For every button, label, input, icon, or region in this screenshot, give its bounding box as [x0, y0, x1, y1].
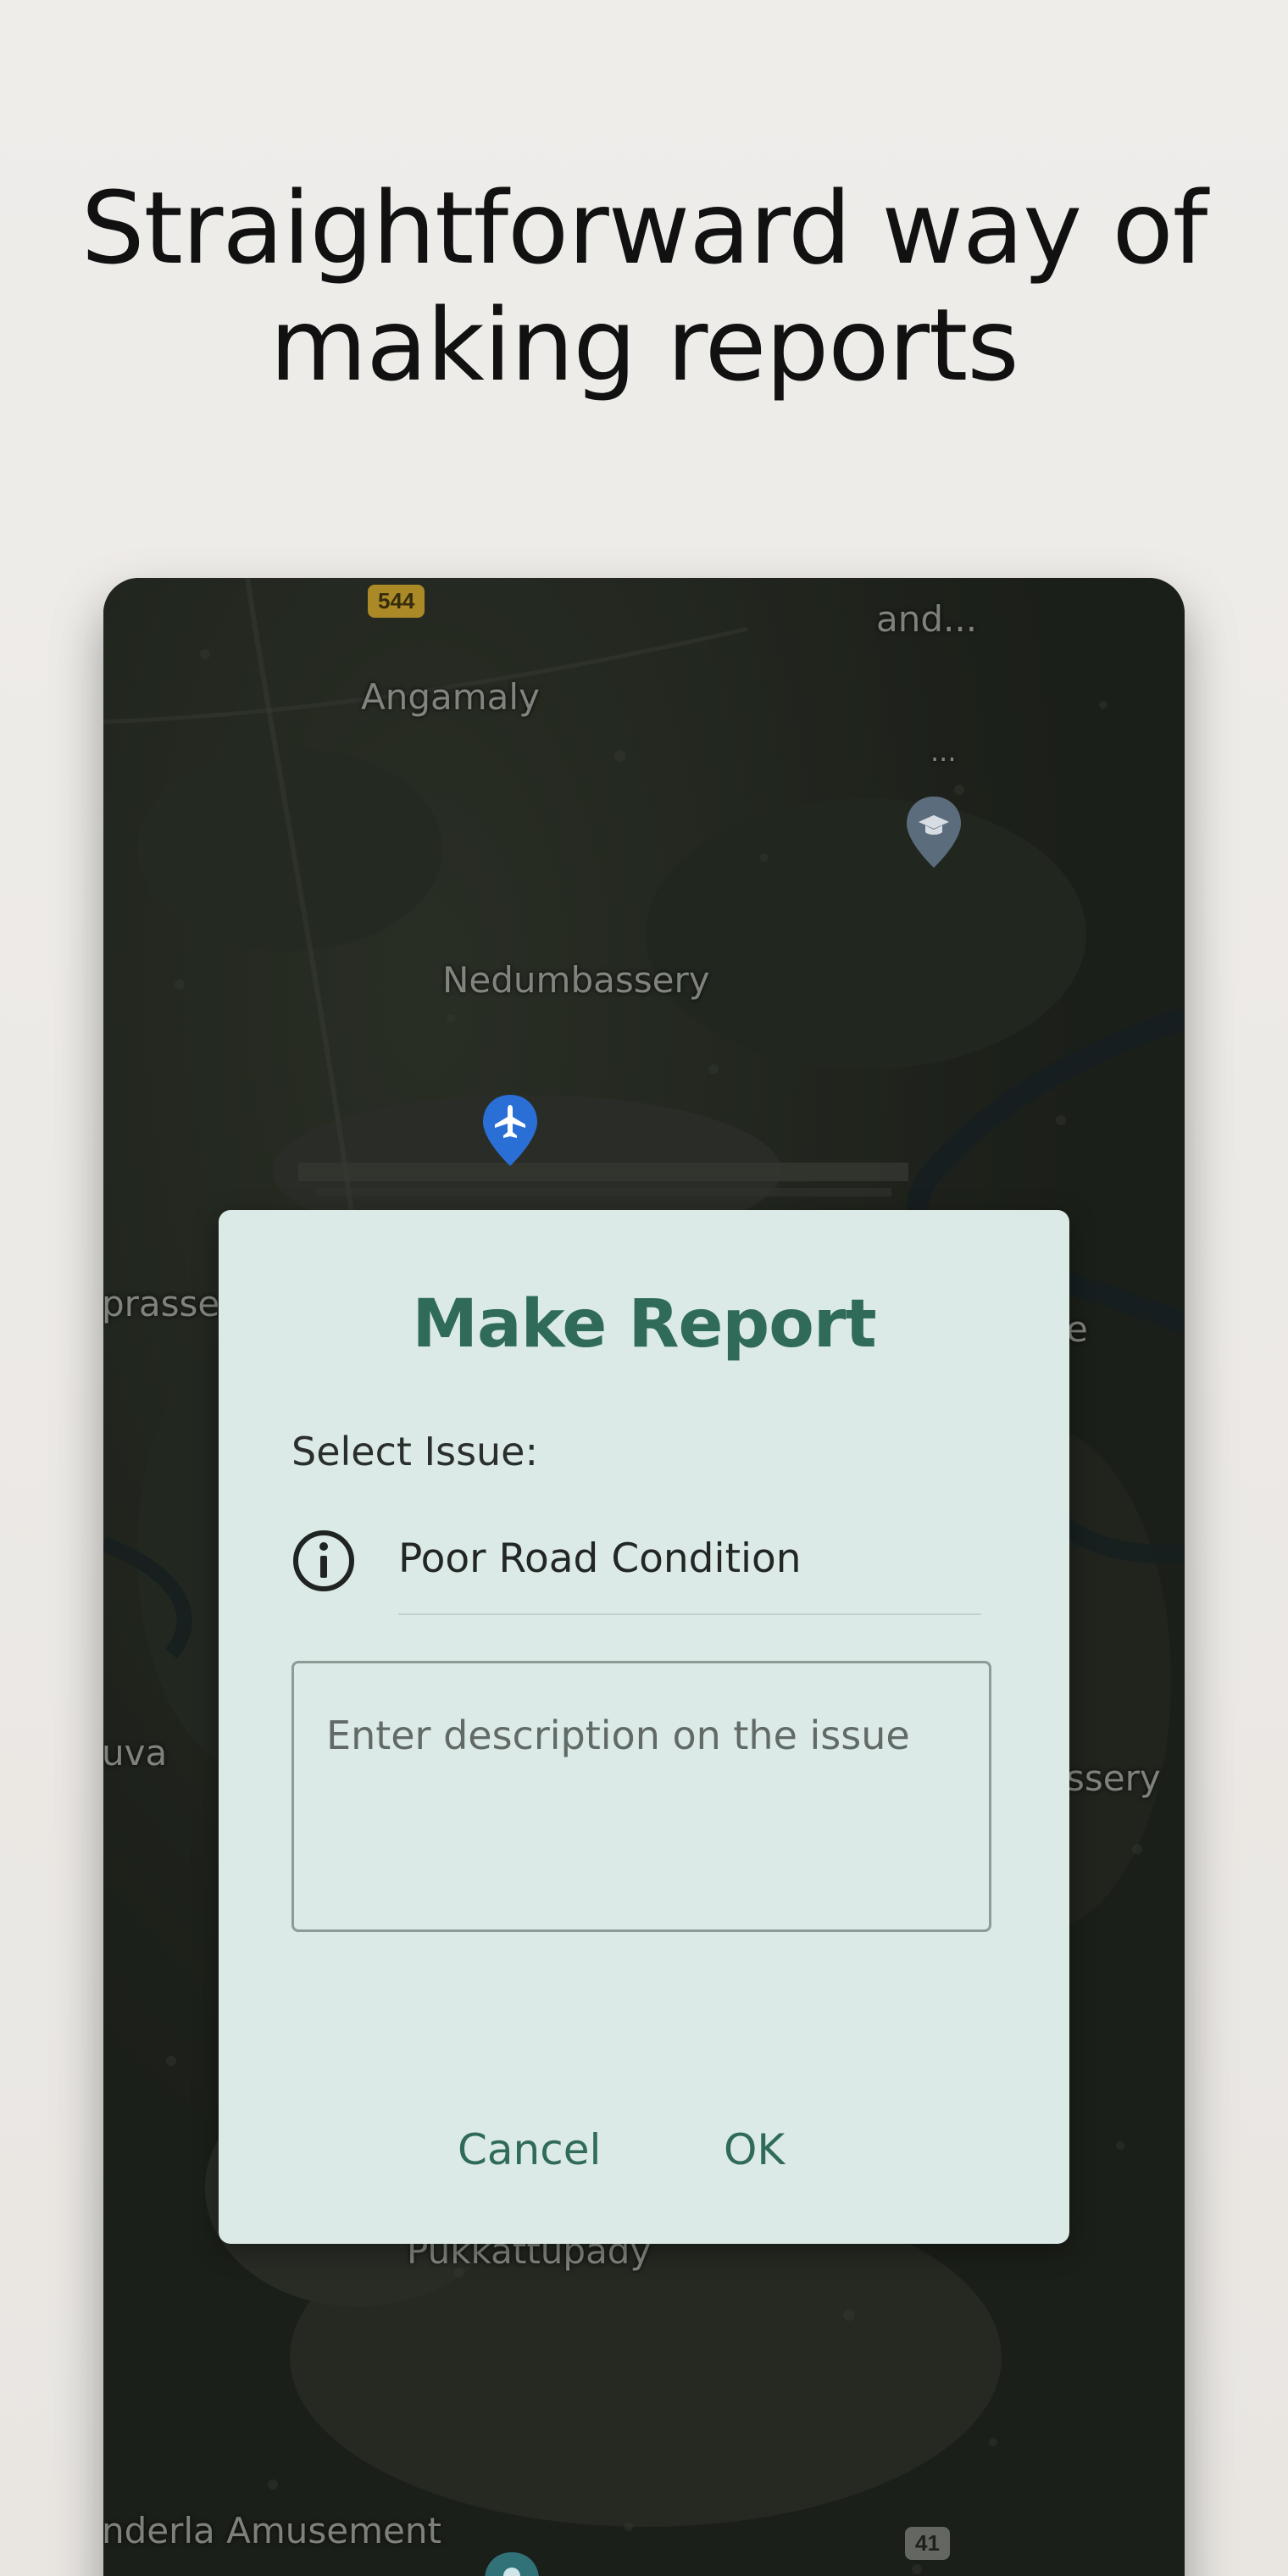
- map-label-partial-right-2: ssery: [1066, 1757, 1161, 1799]
- make-report-dialog: Make Report Select Issue: Poor Road Cond…: [219, 1210, 1069, 2244]
- park-pin-icon[interactable]: [481, 2551, 542, 2576]
- airplane-pin-icon[interactable]: [480, 1093, 541, 1168]
- map-label-dots: ...: [930, 736, 957, 768]
- map-label-partial-left-1: prasse: [103, 1283, 220, 1324]
- ok-button[interactable]: OK: [707, 2117, 802, 2183]
- map-label-bottom-left: nderla Amusement: [103, 2510, 441, 2551]
- highway-shield-544: 544: [368, 585, 425, 618]
- map-label-partial-top: and...: [876, 598, 978, 640]
- headline: Straightforward way of making reports: [0, 169, 1288, 403]
- map-label-partial-left-2: uva: [103, 1732, 168, 1774]
- selected-issue-value[interactable]: Poor Road Condition: [398, 1535, 802, 1582]
- map-label-angamaly: Angamaly: [361, 676, 540, 718]
- issue-underline: [398, 1613, 981, 1615]
- map-label-nedumbassery: Nedumbassery: [442, 959, 710, 1001]
- issue-selector[interactable]: Poor Road Condition: [291, 1515, 986, 1617]
- headline-line-1: Straightforward way of: [80, 169, 1208, 286]
- graduation-cap-pin-icon[interactable]: [903, 795, 964, 869]
- highway-shield-41: 41: [905, 2527, 950, 2560]
- dialog-title: Make Report: [412, 1286, 876, 1363]
- app-store-screenshot: Straightforward way of making reports 54…: [0, 0, 1288, 2576]
- description-input[interactable]: [291, 1661, 991, 1932]
- info-icon: [293, 1530, 354, 1591]
- headline-line-2: making reports: [269, 286, 1019, 403]
- cancel-button[interactable]: Cancel: [441, 2117, 618, 2183]
- phone-screen: 544 and... Angamaly ... Nedumbassery pra…: [103, 578, 1185, 2576]
- select-issue-label: Select Issue:: [291, 1429, 538, 1474]
